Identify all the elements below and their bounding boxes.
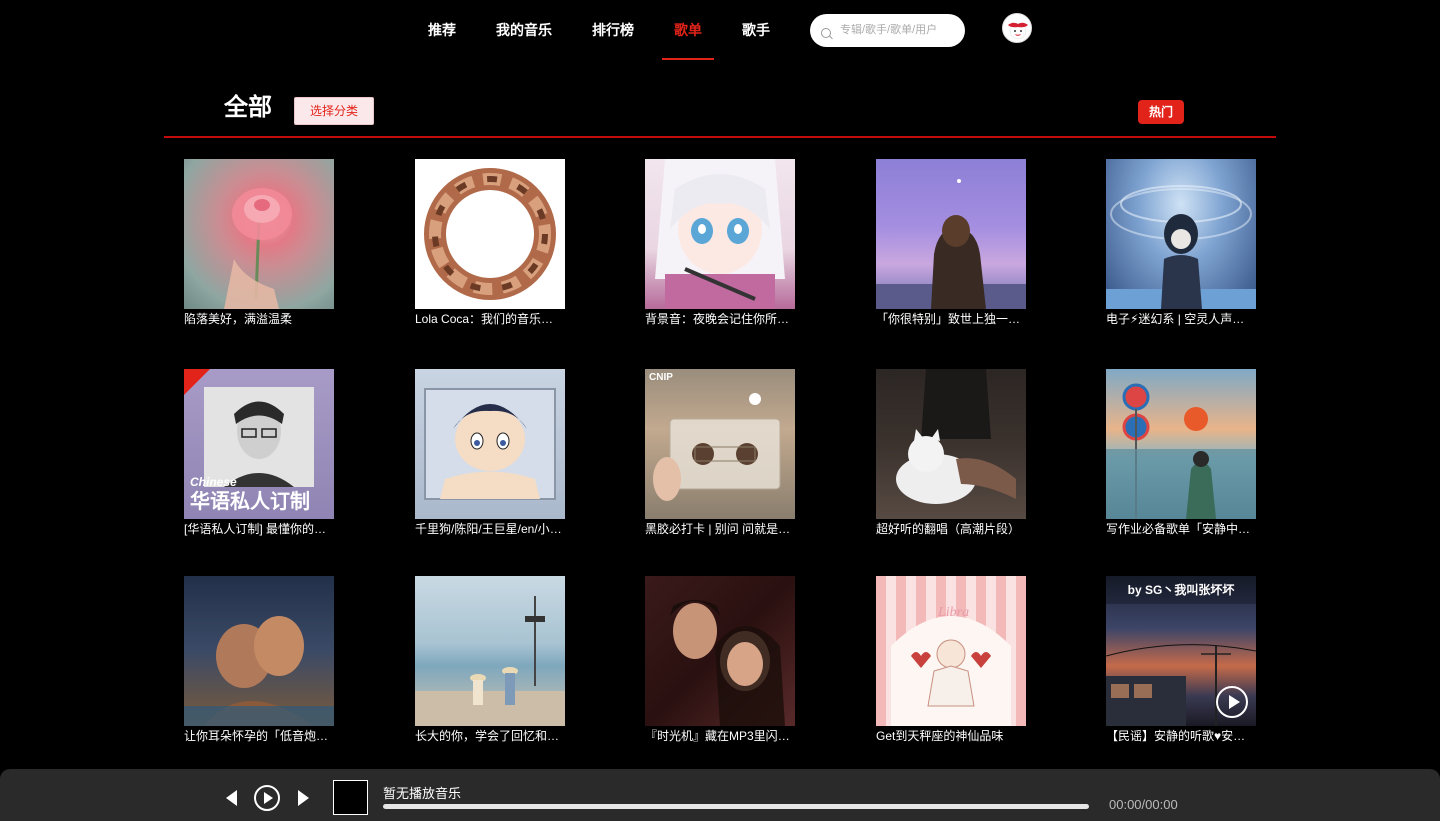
playlist-title: 背景音：夜晚会记住你所有的秘密 [645,312,795,326]
nav-item-playlists[interactable]: 歌单 [662,0,714,60]
cover-text-big: 华语私人订制 [190,491,310,513]
player-bar: 暂无播放音乐 00:00/00:00 [0,769,1440,821]
playlist-card[interactable]: Lola Coca：我们的音乐世界 [415,159,565,328]
avatar-image [1008,22,1028,40]
playlist-cover [415,369,565,519]
playlist-title: 电子⚡迷幻系 | 空灵人声的神秘国度 [1106,312,1256,326]
libra-girl-illustration: Libra [891,605,1011,726]
playlist-cover [415,576,565,726]
playlist-cover [645,159,795,309]
playlist-title: 千里狗/陈阳/王巨星/en/小蓝背心 [415,522,565,536]
search-box[interactable] [810,14,965,47]
playlist-title: [华语私人订制] 最懂你的华语推荐 [184,522,334,536]
headphone-girl-illustration [1106,185,1256,309]
hot-button[interactable]: 热门 [1138,100,1184,124]
playlist-title: 『时光机』藏在MP3里闪闪发光的歌 [645,729,795,743]
playlist-title: Get到天秤座的神仙品味 [876,729,1004,743]
category-title: 全部 [224,94,272,121]
search-input[interactable] [840,23,950,36]
play-icon[interactable] [254,785,280,811]
track-thumbnail [333,780,368,815]
playlist-cover [876,369,1026,519]
progress-bar[interactable] [383,804,1089,809]
playlist-card[interactable]: 背景音：夜晚会记住你所有的秘密 [645,159,795,328]
playlist-card[interactable]: Libra Get到天秤座的神仙品味 [876,576,1026,745]
playlist-card[interactable]: Chinese 华语私人订制 [华语私人订制] 最懂你的华语推荐 [184,369,334,538]
nav-item-charts[interactable]: 排行榜 [592,0,634,60]
playlist-card[interactable]: 电子⚡迷幻系 | 空灵人声的神秘国度 [1106,159,1256,328]
playlist-card[interactable]: 『时光机』藏在MP3里闪闪发光的歌 [645,576,795,745]
time-display: 00:00/00:00 [1109,797,1178,812]
playlist-cover [876,159,1026,309]
playlist-cover [645,576,795,726]
playlist-cover [184,576,334,726]
city-girl-illustration [1106,383,1256,519]
cover-badge: CNIP [649,372,673,383]
playlist-title: 长大的你，学会了回忆和怀念 [415,729,565,743]
couple-illustration [184,616,334,726]
playlist-title: 超好听的翻唱（高潮片段） [876,522,1021,536]
playlist-cover [1106,369,1256,519]
playlist-cover [415,159,565,309]
rose-illustration [224,188,292,309]
playlist-title: 写作业必备歌单「安静中文」 [1106,522,1256,536]
playlist-card[interactable]: 超好听的翻唱（高潮片段） [876,369,1026,538]
nav-item-artists[interactable]: 歌手 [742,0,770,60]
hands-circle-illustration [424,168,556,300]
cassette-illustration [653,393,781,501]
libra-text: Libra [937,605,969,620]
playlist-cover: by SG丶我叫张坏坏 [1106,576,1256,726]
playlist-card[interactable]: 让你耳朵怀孕的「低音炮男声」 [184,576,334,745]
playlist-card[interactable]: 「你很特别」致世上独一无二的你 [876,159,1026,328]
playlist-cover: CNIP [645,369,795,519]
playlist-card[interactable]: 写作业必备歌单「安静中文」 [1106,369,1256,538]
playlist-card[interactable]: CNIP 黑胶必打卡 | 别问 问就是好听 [645,369,795,538]
playlist-title: 让你耳朵怀孕的「低音炮男声」 [184,729,334,743]
search-icon [820,27,834,41]
play-circle-icon[interactable] [1216,686,1248,718]
children-seaside-illustration [415,596,565,726]
playlist-title: 黑胶必打卡 | 别问 问就是好听 [645,522,795,536]
top-nav: 推荐 我的音乐 排行榜 歌单 歌手 [0,0,1440,60]
white-cat-illustration [896,369,1016,504]
playlist-cover [184,159,334,309]
cover-text-small: Chinese [190,475,237,489]
playlist-card[interactable]: 千里狗/陈阳/王巨星/en/小蓝背心 [415,369,565,538]
playlist-cover: Libra [876,576,1026,726]
playlist-card[interactable]: by SG丶我叫张坏坏 【民谣】安静的听歌♥安静的生活 [1106,576,1256,745]
movie-couple-illustration [670,600,785,726]
select-category-button[interactable]: 选择分类 [294,97,374,125]
cover-caption: by SG丶我叫张坏坏 [1106,576,1256,604]
person-by-sea-illustration [876,179,1026,309]
anime-boy-illustration [424,388,556,500]
playlist-card[interactable]: 陷落美好，满溢温柔 [184,159,334,328]
playlist-title: 「你很特别」致世上独一无二的你 [876,312,1026,326]
playlist-cover [1106,159,1256,309]
track-title: 暂无播放音乐 [383,786,462,801]
avatar[interactable] [1002,13,1032,43]
header-divider [164,136,1276,138]
previous-icon[interactable] [226,790,237,806]
next-icon[interactable] [298,790,309,806]
anime-girl-illustration [655,159,785,309]
nav-item-my-music[interactable]: 我的音乐 [496,0,552,60]
playlist-title: 【民谣】安静的听歌♥安静的生活 [1106,729,1256,743]
playlist-title: Lola Coca：我们的音乐世界 [415,312,565,326]
playlist-card[interactable]: 长大的你，学会了回忆和怀念 [415,576,565,745]
playlist-title: 陷落美好，满溢温柔 [184,312,293,326]
nav-item-recommend[interactable]: 推荐 [428,0,456,60]
playlist-cover: Chinese 华语私人订制 [184,369,334,519]
